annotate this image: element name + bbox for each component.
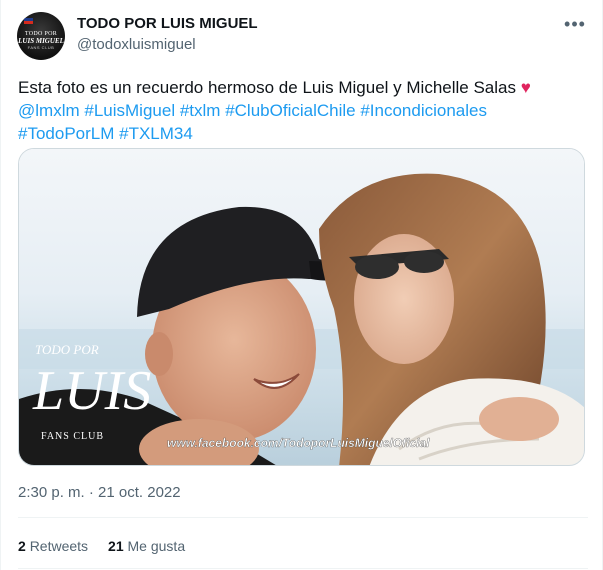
- hashtag-lmxlm[interactable]: @lmxlm: [18, 101, 80, 120]
- tweet-text: Esta foto es un recuerdo hermoso de Luis…: [18, 76, 588, 145]
- watermark-line3: FANS CLUB: [41, 431, 104, 442]
- hashtag-luismiguel[interactable]: #LuisMiguel: [84, 101, 175, 120]
- avatar-line3: FANS CLUB: [27, 44, 55, 50]
- chile-flag-icon: [24, 18, 33, 24]
- watermark-line1: TODO POR: [35, 342, 99, 357]
- retweets-stat[interactable]: 2 Retweets: [18, 538, 88, 554]
- tweet-timestamp[interactable]: 2:30 p. m. · 21 oct. 2022: [18, 484, 181, 501]
- avatar[interactable]: TODO POR LUIS MIGUEL FANS CLUB: [17, 12, 65, 60]
- divider: [18, 568, 588, 569]
- more-horizontal-icon[interactable]: •••: [562, 14, 588, 34]
- watermark-url: www.facebook.com/TodoporLuisMiguelOficia…: [167, 436, 430, 450]
- likes-stat[interactable]: 21 Me gusta: [108, 538, 185, 554]
- hashtag-cluboficialchile[interactable]: #ClubOficialChile: [225, 101, 355, 120]
- engagement-stats: 2 Retweets 21 Me gusta: [18, 538, 185, 554]
- avatar-line2: LUIS MIGUEL: [18, 36, 64, 45]
- hashtag-txlm[interactable]: #txlm: [180, 101, 221, 120]
- tweet-photo[interactable]: TODO POR LUIS FANS CLUB www.facebook.com…: [18, 148, 585, 466]
- likes-count: 21: [108, 538, 124, 554]
- hashtag-txlm34[interactable]: #TXLM34: [119, 124, 193, 143]
- watermark-line2: LUIS: [32, 360, 151, 422]
- photo-illustration: TODO POR LUIS FANS CLUB www.facebook.com…: [19, 149, 584, 465]
- retweets-label: Retweets: [29, 538, 89, 554]
- tweet-body: Esta foto es un recuerdo hermoso de Luis…: [18, 78, 516, 97]
- heart-emoji-icon: ♥: [520, 78, 531, 97]
- display-name[interactable]: TODO POR LUIS MIGUEL: [77, 15, 258, 32]
- user-handle[interactable]: @todoxluismiguel: [77, 36, 196, 53]
- hashtag-todoporlm[interactable]: #TodoPorLM: [18, 124, 114, 143]
- likes-label: Me gusta: [127, 538, 186, 554]
- hashtag-incondicionales[interactable]: #Incondicionales: [360, 101, 487, 120]
- divider: [18, 517, 588, 518]
- tweet-card[interactable]: TODO POR LUIS MIGUEL FANS CLUB TODO POR …: [0, 0, 603, 570]
- retweets-count: 2: [18, 538, 26, 554]
